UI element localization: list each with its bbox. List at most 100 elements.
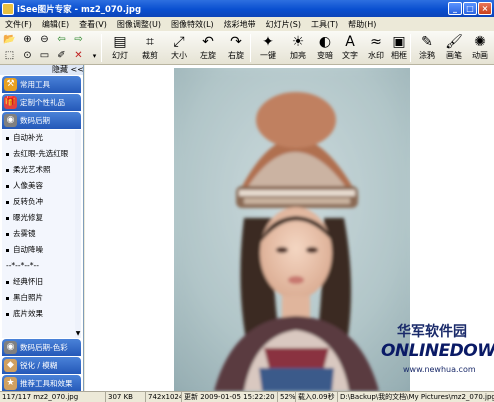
menu-item[interactable]: 图像特效(L) (166, 19, 219, 30)
open-icon[interactable]: 📂 (3, 34, 16, 46)
sidebar-item-label: 去红眼-先选红眼 (13, 149, 69, 158)
sidebar-item[interactable]: 经典怀旧 (2, 274, 81, 290)
sidebar-item[interactable]: 黑白照片 (2, 290, 81, 306)
sidebar-item[interactable]: 去雾镜 (2, 226, 81, 242)
sidebar-item[interactable]: 自动补光 (2, 130, 81, 146)
tool-label: 涂鸦 (419, 51, 435, 60)
sidebar-item[interactable]: 反转负冲 (2, 194, 81, 210)
sidebar-item[interactable]: 人像美容 (2, 178, 81, 194)
scroll-down-icon[interactable]: ▼ (75, 330, 81, 338)
minimize-button[interactable]: _ (448, 2, 462, 15)
sidebar-item[interactable]: 柔光艺术照 (2, 162, 81, 178)
sidebar-group[interactable]: ◉ 数码后期 (2, 112, 81, 129)
crop-icon: ⌗ (146, 34, 154, 50)
recommend-icon: ★ (4, 377, 17, 390)
bullet-icon (6, 152, 9, 156)
menu-item[interactable]: 幻灯片(S) (261, 19, 306, 30)
watermark-logo: 华军软件园 ONLINEDOWN www.newhua.com (369, 321, 494, 391)
sidebar-group-label: 常用工具 (20, 80, 50, 89)
sidebar-item-label: 去雾镜 (13, 229, 36, 238)
sidebar-item[interactable]: 自动降噪 (2, 242, 81, 258)
zoom-out-icon[interactable]: ⊖ (38, 34, 51, 46)
fit-icon[interactable]: ⊙ (21, 50, 34, 62)
tool-button-crop[interactable]: ⌗ 裁剪 (136, 33, 164, 63)
back-icon[interactable]: ⇦ (55, 34, 68, 46)
sidebar-item-label: 自动降噪 (13, 245, 43, 254)
tool-button-text[interactable]: A 文字 (336, 33, 364, 63)
sidebar-item-label: 曝光修复 (13, 213, 43, 222)
sidebar-item-label: 自动补光 (13, 133, 43, 142)
status-modified: 更新 2009-01-05 15:22:20 (182, 392, 278, 402)
status-file: 117/117 mz2_070.jpg (0, 392, 106, 402)
gift-icon: 🎁 (4, 96, 17, 109)
hide-sidebar-button[interactable]: 隐藏 << (0, 65, 83, 75)
sidebar-groups-bottom: ◉ 数码后期-色彩 ◆ 锐化 / 模糊 ★ 推荐工具和效果 (0, 339, 83, 391)
app-icon (2, 2, 14, 15)
toolbar: 📂 ⊕ ⊖ ⇦ ⇨ ⬚ ⊙ ▭ ✐ ✕ ▾ ▤ 幻灯 ⌗ 裁剪 ⤢ 大小 ↶ 左旋 ↷ 右旋 ✦ 一键… (0, 31, 494, 65)
status-path: D:\Backup\我的文档\My Pictures\mz2_070.jpg (340, 393, 494, 401)
bullet-icon (6, 248, 9, 252)
tool-button-brighten[interactable]: ☀ 加亮 (284, 33, 312, 63)
tool-label: 加亮 (290, 51, 306, 60)
tool-button-brush[interactable]: 🖌 画笔 (440, 33, 468, 63)
tool-label: 画笔 (446, 51, 462, 60)
save-icon[interactable]: ▭ (38, 50, 51, 62)
sidebar-group[interactable]: ◉ 数码后期-色彩 (2, 339, 81, 356)
sidebar-group[interactable]: ⚒ 常用工具 (2, 76, 81, 93)
menu-item[interactable]: 编辑(E) (37, 19, 74, 30)
tool-label: 右旋 (228, 51, 244, 60)
tool-button-one-click[interactable]: ✦ 一键 (254, 33, 282, 63)
bullet-icon (6, 312, 9, 316)
sidebar-item-label: 经典怀旧 (13, 277, 43, 286)
tool-button-frame[interactable]: ▣ 相框 (385, 33, 413, 63)
menu-item[interactable]: 工具(T) (306, 19, 343, 30)
text-icon: A (345, 34, 355, 50)
tool-button-resize[interactable]: ⤢ 大小 (165, 33, 193, 63)
menu-bar: 文件(F) 编辑(E) 查看(V) 图像调整(U) 图像特效(L) 炫彩地带 幻灯片(S) 工… (0, 17, 494, 31)
image-viewer[interactable]: 华军软件园 ONLINEDOWN www.newhua.com (85, 65, 494, 391)
watermark-en: ONLINEDOWN (381, 341, 494, 361)
sidebar-item[interactable]: 曝光修复 (2, 210, 81, 226)
menu-item[interactable]: 帮助(H) (343, 19, 381, 30)
menu-item[interactable]: 炫彩地带 (219, 19, 261, 30)
delete-icon[interactable]: ✕ (72, 50, 85, 62)
sidebar-group[interactable]: ◆ 锐化 / 模糊 (2, 357, 81, 374)
tool-label: 左旋 (200, 51, 216, 60)
sidebar-item[interactable]: 底片效果 (2, 306, 81, 322)
select-icon[interactable]: ⬚ (3, 50, 16, 62)
tool-label: 裁剪 (142, 51, 158, 60)
toolbar-separator (250, 34, 251, 62)
edit-icon[interactable]: ✐ (55, 50, 68, 62)
menu-item[interactable]: 查看(V) (74, 19, 112, 30)
sidebar-group[interactable]: ★ 推荐工具和效果 (2, 375, 81, 391)
tool-button-slideshow[interactable]: ▤ 幻灯 (106, 33, 134, 63)
sidebar-item[interactable]: 去红眼-先选红眼 (2, 146, 81, 162)
doodle-icon: ✎ (421, 34, 433, 50)
chevron-down-icon[interactable]: ▾ (88, 50, 101, 62)
tool-button-animation[interactable]: ✺ 动画 (466, 33, 494, 63)
watermark-url: www.newhua.com (403, 365, 476, 374)
color-icon: ◉ (4, 341, 17, 354)
forward-icon[interactable]: ⇨ (72, 34, 85, 46)
zoom-in-icon[interactable]: ⊕ (21, 34, 34, 46)
tool-label: 动画 (472, 51, 488, 60)
bullet-icon (6, 280, 9, 284)
darken-icon: ◐ (318, 34, 332, 50)
sidebar-item-list: 自动补光去红眼-先选红眼柔光艺术照人像美容反转负冲曝光修复去雾镜自动降噪 --*-… (2, 130, 81, 338)
sidebar-item-label: 人像美容 (13, 181, 43, 190)
close-button[interactable]: × (478, 2, 492, 15)
sidebar: 隐藏 << ⚒ 常用工具 🎁 定制个性礼品 ◉ 数码后期 自动补光去红眼-先选红眼柔光艺术… (0, 65, 84, 391)
sidebar-item[interactable]: --*--*--*-- (2, 258, 81, 274)
tool-button-darken[interactable]: ◐ 变暗 (311, 33, 339, 63)
tool-button-rotate-right[interactable]: ↷ 右旋 (222, 33, 250, 63)
sidebar-group-label: 推荐工具和效果 (20, 379, 73, 388)
menu-item[interactable]: 文件(F) (0, 19, 37, 30)
sidebar-group[interactable]: 🎁 定制个性礼品 (2, 94, 81, 111)
tool-label: 相框 (391, 51, 407, 60)
menu-item[interactable]: 图像调整(U) (112, 19, 166, 30)
maximize-button[interactable]: □ (463, 2, 477, 15)
bullet-icon (6, 232, 9, 236)
tool-button-rotate-left[interactable]: ↶ 左旋 (194, 33, 222, 63)
tool-button-doodle[interactable]: ✎ 涂鸦 (413, 33, 441, 63)
scrollbar[interactable]: ▼ (75, 130, 81, 338)
